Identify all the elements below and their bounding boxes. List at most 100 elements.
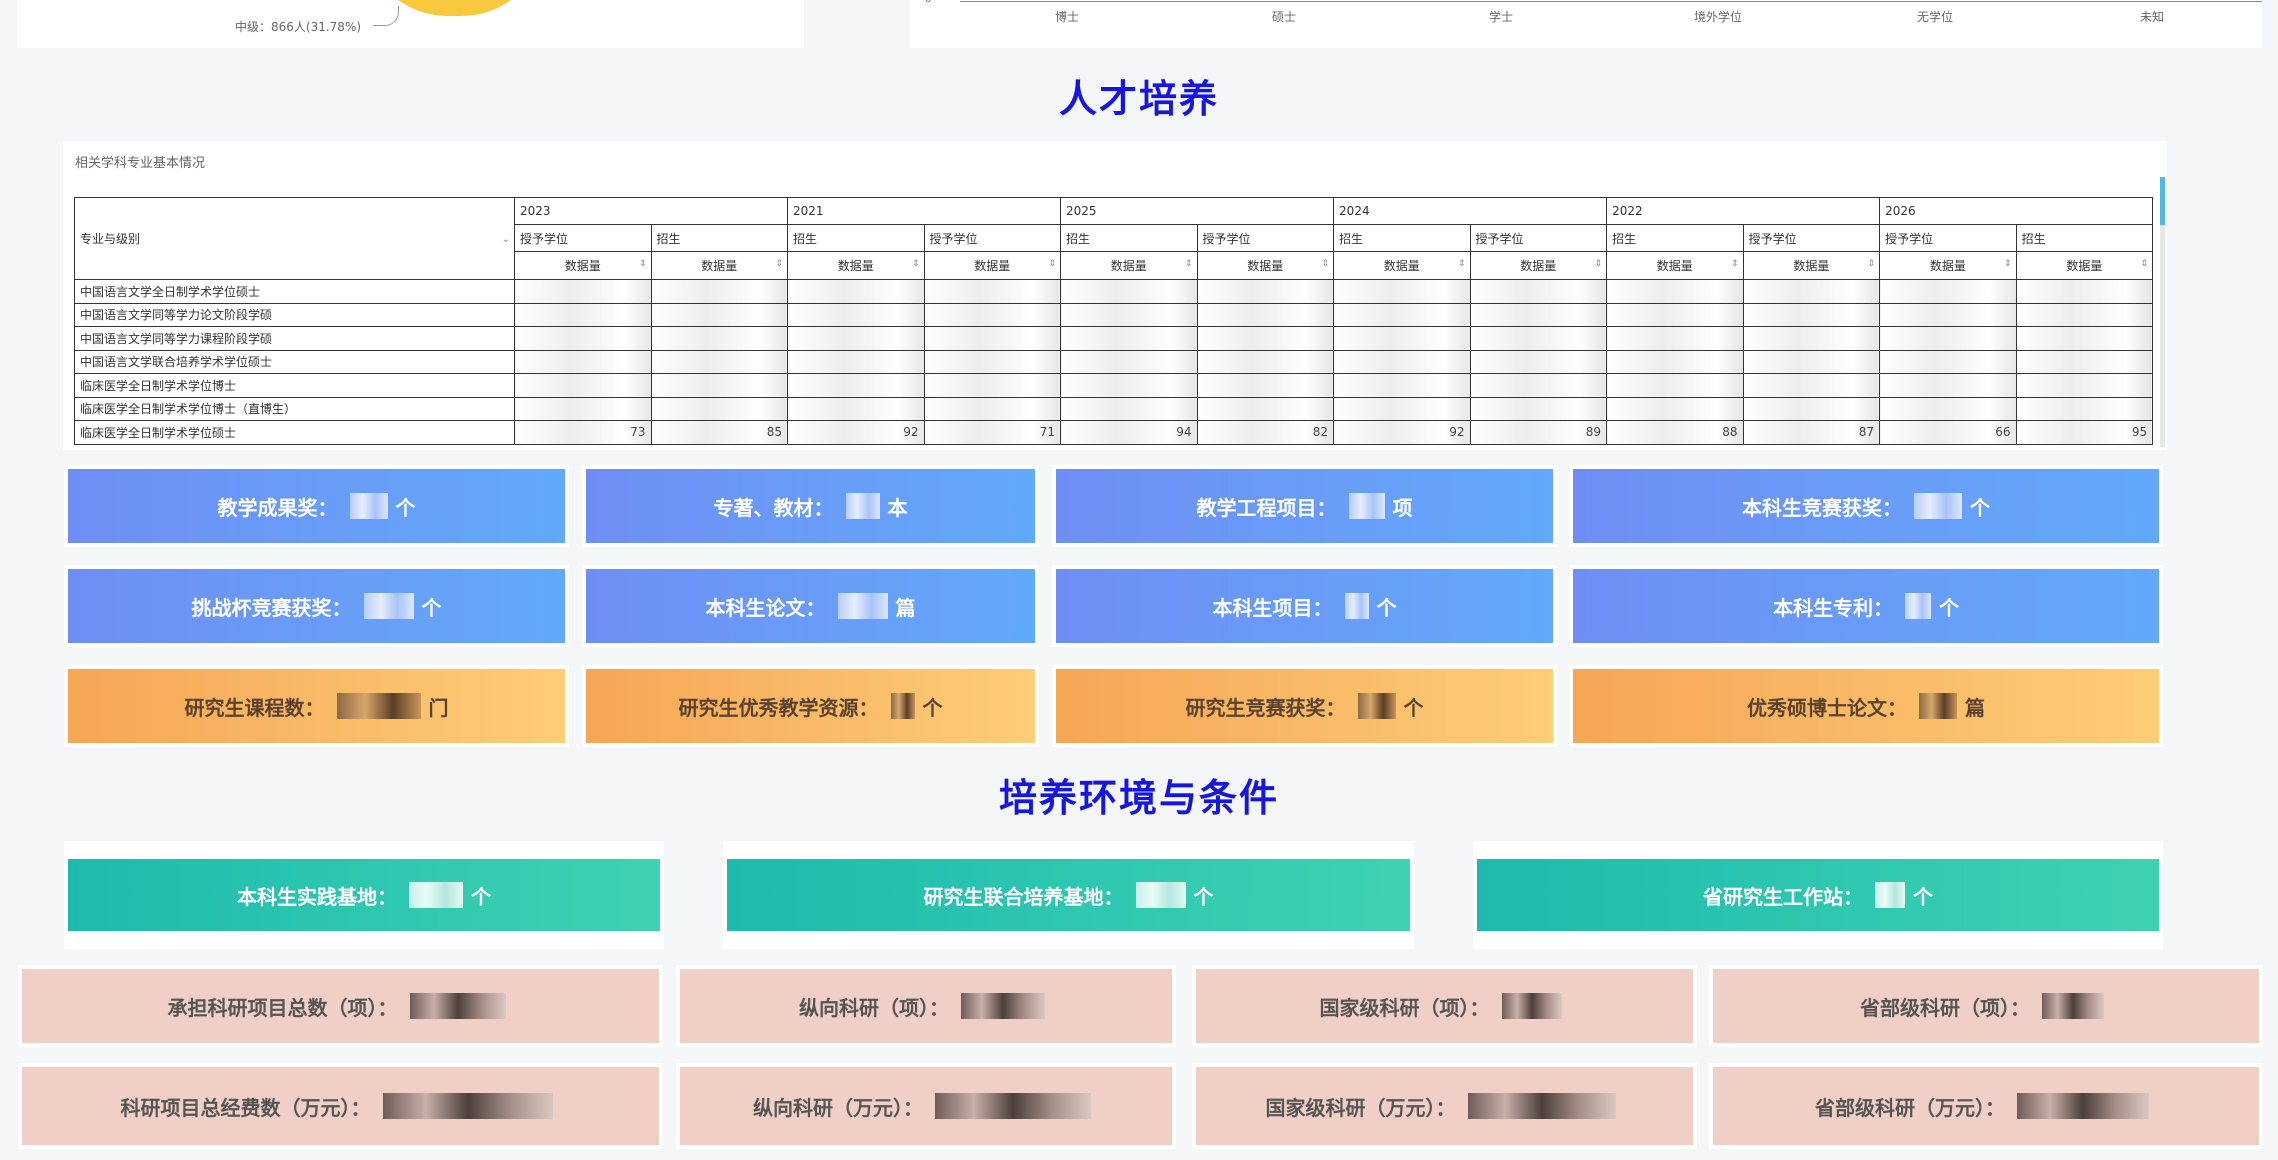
quantity-header[interactable]: 数据量 ⇕: [1196, 251, 1335, 280]
sort-arrows-icon[interactable]: ⇕: [912, 259, 920, 269]
data-cell: [1196, 373, 1335, 398]
data-cell: [787, 396, 925, 421]
data-cell: [650, 326, 789, 351]
data-cell: 92: [787, 420, 925, 445]
year-header: 2026: [1879, 197, 2154, 225]
quantity-label: 数据量: [2066, 259, 2103, 273]
card-label: 本科生论文：: [705, 595, 826, 620]
card-unit: 个: [1913, 884, 1933, 909]
data-cell: [923, 349, 1062, 374]
data-cell: [1606, 279, 1744, 304]
data-cell: [1060, 373, 1198, 398]
scrollbar-thumb[interactable]: [2160, 177, 2165, 225]
card-undergrad-competition[interactable]: 本科生竞赛获奖： 个: [1569, 465, 2163, 547]
card-challenge-cup[interactable]: 挑战杯竞赛获奖： 个: [64, 565, 569, 647]
data-cell: [650, 302, 789, 327]
card-undergrad-projects[interactable]: 本科生项目： 个: [1052, 565, 1557, 647]
quantity-header[interactable]: 数据量 ⇕: [787, 251, 925, 280]
card-total-research-projects[interactable]: 承担科研项目总数（项）：: [18, 965, 663, 1047]
table-scrollbar[interactable]: [2160, 177, 2165, 447]
sort-arrows-icon[interactable]: ⇕: [775, 259, 783, 269]
quantity-header[interactable]: 数据量 ⇕: [650, 251, 789, 280]
masked-value: [890, 693, 915, 719]
quantity-header[interactable]: 数据量 ⇕: [1469, 251, 1608, 280]
metric-header: 招生: [2015, 224, 2154, 252]
card-grad-competition[interactable]: 研究生竞赛获奖： 个: [1052, 665, 1557, 747]
sort-arrows-icon[interactable]: ⇕: [2004, 259, 2012, 269]
data-cell: [1196, 396, 1335, 421]
sort-arrows-icon[interactable]: ⇕: [1458, 259, 1466, 269]
x-tick-label: 学士: [1488, 10, 1514, 24]
card-unit: 个: [1403, 695, 1424, 720]
quantity-header[interactable]: 数据量 ⇕: [1333, 251, 1471, 280]
sort-arrows-icon[interactable]: ⇕: [2141, 259, 2149, 269]
card-national-research-funds[interactable]: 国家级科研（万元）：: [1192, 1063, 1697, 1149]
data-cell: [923, 396, 1062, 421]
masked-value: [1914, 493, 1962, 519]
quantity-label: 数据量: [1793, 259, 1830, 273]
data-cell: [1333, 373, 1471, 398]
sort-icon[interactable]: ⌄: [502, 234, 510, 245]
card-vertical-research-funds[interactable]: 纵向科研（万元）：: [676, 1063, 1176, 1149]
data-cell: [1879, 373, 2017, 398]
sort-arrows-icon[interactable]: ⇕: [1731, 259, 1739, 269]
card-grad-courses[interactable]: 研究生课程数： 门: [64, 665, 569, 747]
card-provincial-research-count[interactable]: 省部级科研（项）：: [1709, 965, 2263, 1047]
card-teaching-projects[interactable]: 教学工程项目： 项: [1052, 465, 1557, 547]
masked-value: [1357, 693, 1396, 719]
sort-arrows-icon[interactable]: ⇕: [1185, 259, 1193, 269]
data-cell: [1333, 349, 1471, 374]
metric-header: 授予学位: [514, 224, 652, 252]
sort-arrows-icon[interactable]: ⇕: [1595, 259, 1603, 269]
card-practice-bases[interactable]: 本科生实践基地： 个: [64, 841, 664, 949]
card-provincial-research-funds[interactable]: 省部级科研（万元）：: [1709, 1063, 2263, 1149]
card-textbooks[interactable]: 专著、教材： 本: [582, 465, 1039, 547]
sort-arrows-icon[interactable]: ⇕: [639, 259, 647, 269]
quantity-header[interactable]: 数据量 ⇕: [514, 251, 652, 280]
data-cell: [1333, 326, 1471, 351]
card-teaching-award[interactable]: 教学成果奖： 个: [64, 465, 569, 547]
data-cell: [1742, 396, 1881, 421]
masked-value: [336, 693, 421, 719]
data-cell: [1879, 279, 2017, 304]
card-label: 研究生竞赛获奖：: [1185, 695, 1346, 720]
data-cell: [1196, 349, 1335, 374]
card-undergrad-patents[interactable]: 本科生专利： 个: [1569, 565, 2163, 647]
masked-value: [961, 993, 1045, 1019]
card-national-research-count[interactable]: 国家级科研（项）：: [1192, 965, 1697, 1047]
data-cell: [2015, 302, 2154, 327]
sort-arrows-icon[interactable]: ⇕: [1048, 259, 1056, 269]
metric-header: 招生: [1333, 224, 1471, 252]
card-joint-training-bases[interactable]: 研究生联合培养基地： 个: [723, 841, 1414, 949]
sort-arrows-icon[interactable]: ⇕: [1322, 259, 1330, 269]
card-label: 本科生项目：: [1212, 595, 1333, 620]
quantity-header[interactable]: 数据量 ⇕: [1742, 251, 1881, 280]
card-vertical-research-count[interactable]: 纵向科研（项）：: [676, 965, 1176, 1047]
data-cell: [650, 279, 789, 304]
card-grad-teaching-resources[interactable]: 研究生优秀教学资源： 个: [582, 665, 1039, 747]
quantity-header[interactable]: 数据量 ⇕: [2015, 251, 2154, 280]
table-row: 临床医学全日制学术学位博士: [74, 373, 2154, 398]
quantity-label: 数据量: [1247, 259, 1284, 273]
y-axis-zero-label: 0: [925, 0, 931, 5]
card-unit: 本: [887, 495, 908, 520]
data-cell: [1060, 302, 1198, 327]
card-grad-workstations[interactable]: 省研究生工作站： 个: [1473, 841, 2163, 949]
row-header-cell[interactable]: 专业与级别 ⌄: [74, 197, 515, 280]
card-excellent-thesis[interactable]: 优秀硕博士论文： 篇: [1569, 665, 2163, 747]
major-name-cell: 临床医学全日制学术学位博士（直博生）: [74, 396, 515, 421]
data-cell: [1742, 373, 1881, 398]
card-total-research-funds[interactable]: 科研项目总经费数（万元）：: [18, 1063, 663, 1149]
masked-value: [2017, 1093, 2149, 1119]
data-cell: [1606, 396, 1744, 421]
quantity-header[interactable]: 数据量 ⇕: [1060, 251, 1198, 280]
section-title-talent-training: 人才培养: [1058, 77, 1219, 121]
quantity-header[interactable]: 数据量 ⇕: [1606, 251, 1744, 280]
quantity-header[interactable]: 数据量 ⇕: [1879, 251, 2017, 280]
data-cell: [1060, 349, 1198, 374]
sort-arrows-icon[interactable]: ⇕: [1868, 259, 1876, 269]
data-cell: [1469, 373, 1608, 398]
quantity-header[interactable]: 数据量 ⇕: [923, 251, 1062, 280]
masked-value: [935, 1093, 1091, 1119]
card-undergrad-papers[interactable]: 本科生论文： 篇: [582, 565, 1039, 647]
